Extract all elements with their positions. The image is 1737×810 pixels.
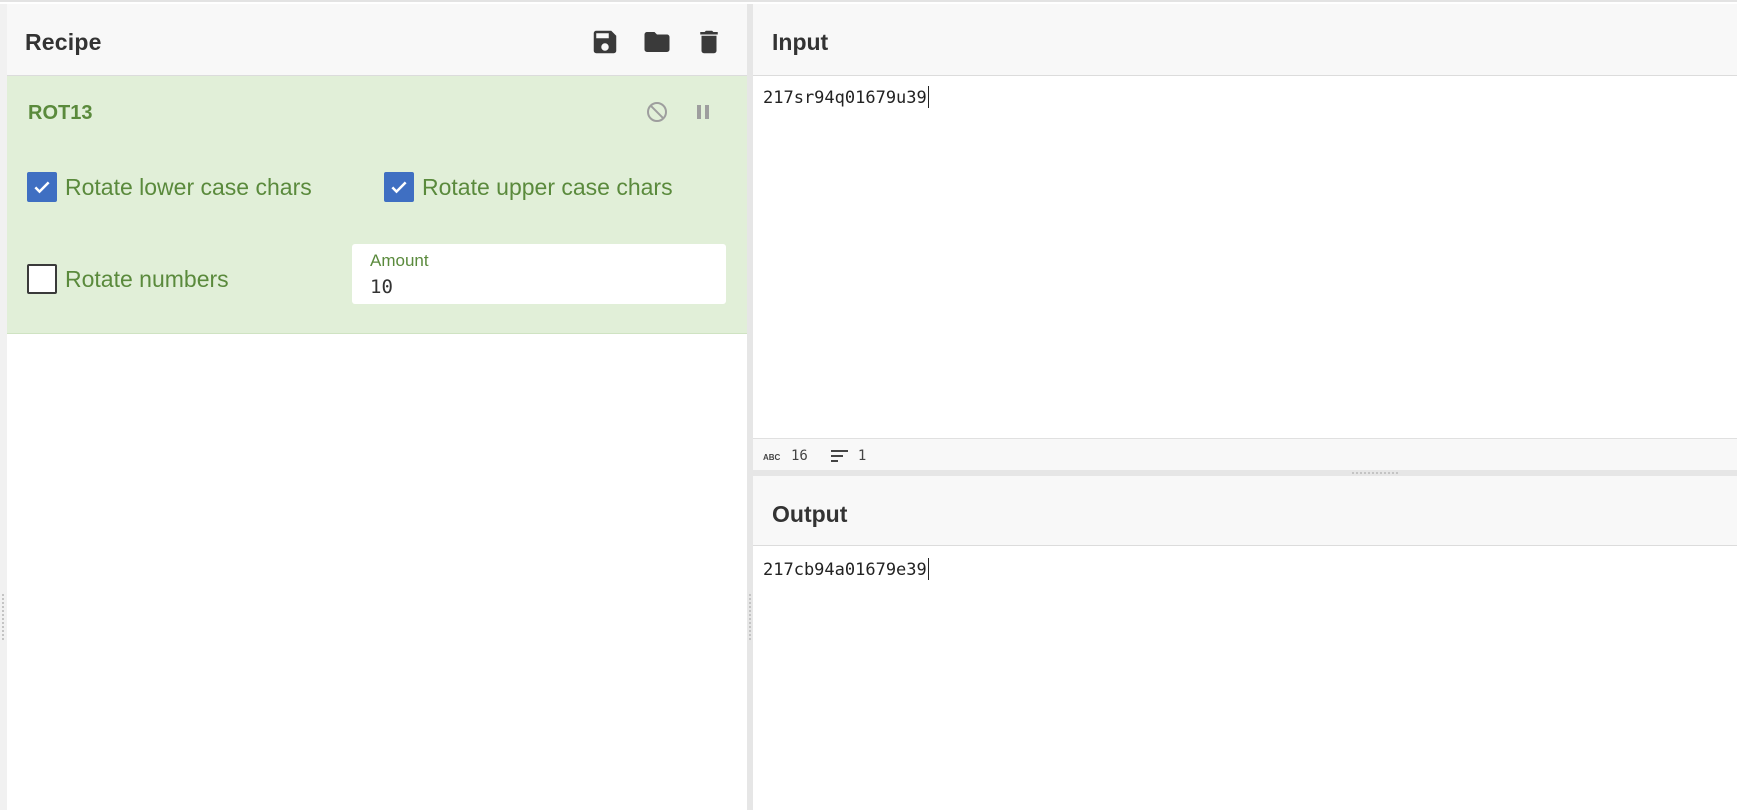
recipe-toolbar [587, 24, 727, 60]
input-status-bar: ABC 16 1 [753, 438, 1737, 472]
output-text-area[interactable]: 217cb94a01679e39 [763, 558, 929, 580]
recipe-header: Recipe [7, 4, 747, 76]
amount-field[interactable]: Amount [352, 244, 726, 304]
pause-icon[interactable] [689, 98, 717, 126]
checkbox-checked-icon[interactable] [384, 172, 414, 202]
rotate-upper-checkbox[interactable]: Rotate upper case chars [384, 172, 673, 202]
rotate-lower-label: Rotate lower case chars [65, 173, 312, 200]
rotate-numbers-label: Rotate numbers [65, 265, 229, 292]
rotate-upper-label: Rotate upper case chars [422, 173, 673, 200]
trash-icon[interactable] [691, 24, 727, 60]
input-header: Input [753, 4, 1737, 76]
cyberchef-app: Recipe ROT13 Rotate lower case chars Rot… [0, 0, 1737, 810]
lines-value: 1 [857, 447, 867, 464]
resize-grip[interactable] [2, 594, 4, 640]
length-value: 16 [791, 447, 808, 464]
lines-stat: 1 [830, 448, 866, 464]
length-stat: ABC 16 [763, 448, 808, 464]
rotate-lower-checkbox[interactable]: Rotate lower case chars [27, 172, 312, 202]
rotate-numbers-checkbox[interactable]: Rotate numbers [27, 264, 229, 294]
recipe-panel: Recipe ROT13 Rotate lower case chars Rot… [7, 4, 747, 810]
text-caret [927, 86, 929, 108]
left-edge-divider[interactable] [0, 4, 7, 810]
input-title: Input [772, 29, 829, 55]
output-title: Output [772, 501, 848, 527]
input-panel: Input 217sr94q01679u39 ABC 16 1 [753, 4, 1737, 472]
abc-icon: ABC [763, 453, 781, 462]
input-text: 217sr94q01679u39 [763, 88, 927, 108]
output-text: 217cb94a01679e39 [763, 560, 927, 580]
text-caret [927, 558, 929, 580]
folder-icon[interactable] [639, 24, 675, 60]
recipe-title: Recipe [25, 29, 102, 55]
checkbox-checked-icon[interactable] [27, 172, 57, 202]
amount-input[interactable] [370, 274, 710, 300]
operation-title: ROT13 [28, 102, 93, 124]
input-text-area[interactable]: 217sr94q01679u39 [763, 86, 929, 108]
resize-grip[interactable] [1352, 472, 1398, 474]
save-icon[interactable] [587, 24, 623, 60]
operation-rot13[interactable]: ROT13 Rotate lower case chars Rotate upp… [7, 76, 747, 334]
output-header: Output [753, 476, 1737, 546]
disable-icon[interactable] [643, 98, 671, 126]
lines-icon [830, 449, 848, 462]
operation-controls [643, 98, 717, 126]
checkbox-unchecked-icon[interactable] [27, 264, 57, 294]
amount-label: Amount [370, 251, 429, 270]
output-panel: Output 217cb94a01679e39 [753, 476, 1737, 810]
svg-text:ABC: ABC [763, 453, 781, 462]
resize-grip[interactable] [749, 594, 751, 640]
